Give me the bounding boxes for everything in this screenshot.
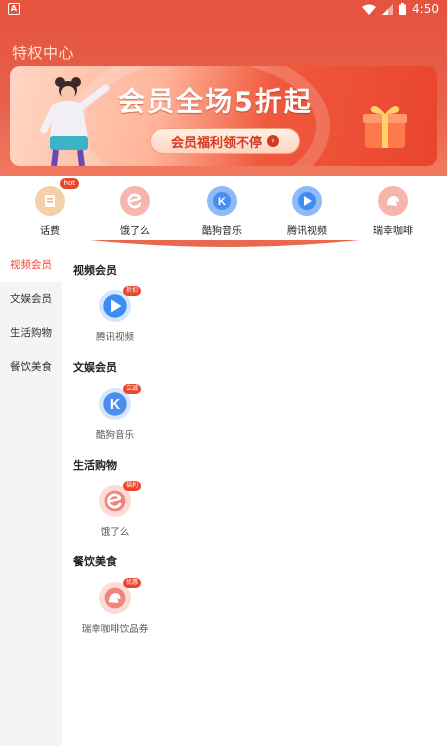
tile-tencent-video[interactable]: 折扣 腾讯视频 xyxy=(75,286,155,343)
wifi-icon xyxy=(362,4,377,15)
section-title-entertainment: 文娱会员 xyxy=(73,361,117,374)
luckin-icon: 优惠 xyxy=(99,578,142,614)
tile-badge: 折扣 xyxy=(123,286,142,296)
section-title-dining: 餐饮美食 xyxy=(73,555,117,568)
quick-item-label: 话费 xyxy=(40,226,60,237)
quick-item-tencent-video[interactable]: 腾讯视频 xyxy=(272,186,342,237)
kugou-icon: K 立减 xyxy=(99,384,142,420)
tile-label: 腾讯视频 xyxy=(95,332,134,343)
signal-icon xyxy=(382,3,394,15)
status-time: 4:50 xyxy=(412,2,439,16)
quick-row-divider xyxy=(90,240,360,247)
svg-text:K: K xyxy=(218,196,226,208)
tile-kugou[interactable]: K 立减 酷狗音乐 xyxy=(75,384,155,441)
eleme-icon xyxy=(120,186,150,216)
quick-access-row: hot 话费 饿了么 K 酷狗音乐 腾讯视频 瑞幸咖啡 xyxy=(0,176,447,240)
quick-item-luckin[interactable]: 瑞幸咖啡 xyxy=(358,186,428,237)
tile-badge: 福利 xyxy=(123,481,142,491)
section-title-video: 视频会员 xyxy=(73,264,117,277)
banner-person-illustration xyxy=(40,77,110,166)
status-icons: 4:50 xyxy=(362,2,439,16)
battery-icon xyxy=(399,3,407,15)
quick-item-label: 腾讯视频 xyxy=(287,226,327,237)
sidebar-item-entertainment[interactable]: 文娱会员 xyxy=(0,282,62,316)
promo-banner[interactable]: 会员全场5折起 会员福利领不停 › xyxy=(10,66,437,166)
tile-label: 酷狗音乐 xyxy=(95,430,134,441)
tile-label: 瑞幸咖啡饮品券 xyxy=(81,624,149,635)
banner-cta-label: 会员福利领不停 xyxy=(170,135,262,151)
header-background: A 4:50 特权中心 会员全场5折起 会员福利领不停 › xyxy=(0,0,447,176)
tile-eleme[interactable]: 福利 饿了么 xyxy=(75,481,155,538)
quick-item-label: 酷狗音乐 xyxy=(202,226,242,237)
eleme-icon: 福利 xyxy=(99,481,142,517)
quick-item-label: 饿了么 xyxy=(120,226,150,237)
arrow-right-icon: › xyxy=(267,135,279,147)
tencent-video-icon xyxy=(292,186,322,216)
quick-item-kugou[interactable]: K 酷狗音乐 xyxy=(187,186,257,237)
app-notification-icon: A xyxy=(8,3,20,15)
section-title-shopping: 生活购物 xyxy=(73,459,117,472)
sidebar-item-dining[interactable]: 餐饮美食 xyxy=(0,350,62,384)
status-bar: A 4:50 xyxy=(0,0,447,20)
tencent-video-icon: 折扣 xyxy=(99,286,142,322)
phone-bill-icon: hot xyxy=(35,178,79,216)
banner-headline: 会员全场5折起 xyxy=(118,87,313,118)
privilege-center-page: A 4:50 特权中心 会员全场5折起 会员福利领不停 › hot 话费 饿了么… xyxy=(0,0,447,746)
category-sidebar: 视频会员 文娱会员 生活购物 餐饮美食 xyxy=(0,248,62,746)
banner-cta-button[interactable]: 会员福利领不停 › xyxy=(150,128,300,154)
kugou-icon: K xyxy=(207,186,237,216)
quick-item-label: 瑞幸咖啡 xyxy=(373,226,413,237)
tile-badge: 优惠 xyxy=(123,578,142,588)
svg-text:K: K xyxy=(110,397,121,413)
quick-item-phone-bill[interactable]: hot 话费 xyxy=(15,178,85,237)
luckin-icon xyxy=(378,186,408,216)
tile-badge: 立减 xyxy=(123,384,142,394)
gift-box-icon xyxy=(363,106,407,148)
tile-luckin[interactable]: 优惠 瑞幸咖啡饮品券 xyxy=(75,578,155,635)
quick-item-eleme[interactable]: 饿了么 xyxy=(100,186,170,237)
category-content: 视频会员 折扣 腾讯视频 文娱会员 K 立减 酷狗音乐 生活购物 福利 饿了么 … xyxy=(62,248,447,746)
tile-label: 饿了么 xyxy=(100,527,130,538)
hot-badge: hot xyxy=(59,178,79,189)
sidebar-item-shopping[interactable]: 生活购物 xyxy=(0,316,62,350)
sidebar-item-video[interactable]: 视频会员 xyxy=(0,248,62,282)
page-title: 特权中心 xyxy=(12,44,75,62)
